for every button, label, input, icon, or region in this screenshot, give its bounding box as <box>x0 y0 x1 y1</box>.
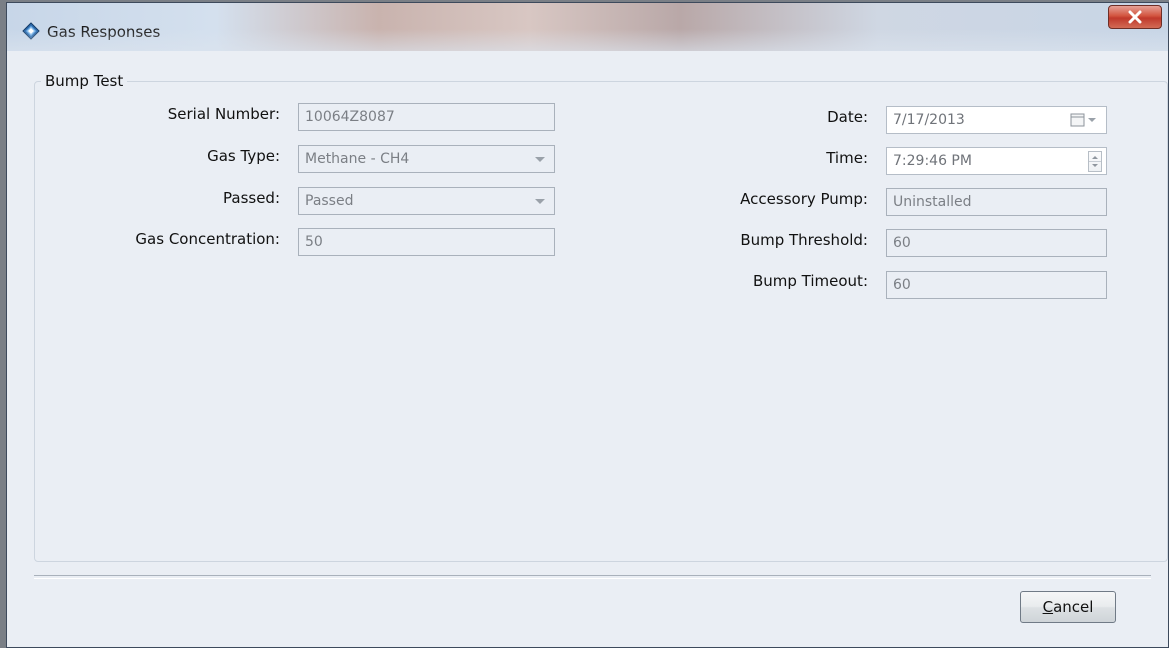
dialog-client-area: Bump Test Serial Number: 10064Z8087 Gas … <box>8 51 1168 646</box>
gas-type-value: Methane - CH4 <box>305 151 410 167</box>
calendar-icon[interactable] <box>1070 113 1098 127</box>
bump-timeout-field: 60 <box>886 271 1107 299</box>
title-bar[interactable]: Gas Responses <box>7 3 1168 51</box>
date-picker[interactable]: 7/17/2013 <box>886 106 1107 134</box>
passed-select: Passed <box>298 187 555 215</box>
gas-diamond-icon <box>22 22 40 40</box>
footer-separator <box>34 575 1151 579</box>
time-value: 7:29:46 PM <box>893 153 972 169</box>
bump-threshold-label: Bump Threshold: <box>740 231 868 249</box>
spinner-icon[interactable] <box>1088 151 1102 172</box>
gas-concentration-label: Gas Concentration: <box>135 230 280 248</box>
accessory-pump-label: Accessory Pump: <box>740 190 868 208</box>
passed-label: Passed: <box>223 189 280 207</box>
close-button[interactable] <box>1108 5 1162 29</box>
date-value: 7/17/2013 <box>893 112 965 128</box>
cancel-label: ancel <box>1053 598 1094 616</box>
window-title: Gas Responses <box>47 23 161 41</box>
bump-threshold-field: 60 <box>886 229 1107 257</box>
gas-type-select: Methane - CH4 <box>298 145 555 173</box>
cancel-mnemonic: C <box>1042 598 1054 616</box>
gas-type-label: Gas Type: <box>207 147 280 165</box>
passed-value: Passed <box>305 193 354 209</box>
chevron-down-icon <box>535 199 545 204</box>
chevron-down-icon <box>535 157 545 162</box>
accessory-pump-field: Uninstalled <box>886 188 1107 216</box>
gas-concentration-field: 50 <box>298 228 555 256</box>
bump-test-group-title: Bump Test <box>41 72 128 90</box>
time-picker[interactable]: 7:29:46 PM <box>886 147 1107 175</box>
bump-timeout-label: Bump Timeout: <box>752 272 868 290</box>
serial-number-label: Serial Number: <box>167 105 280 123</box>
time-label: Time: <box>826 149 868 167</box>
close-icon <box>1128 10 1142 24</box>
serial-number-field: 10064Z8087 <box>298 103 555 131</box>
cancel-button[interactable]: Cancel <box>1020 591 1116 623</box>
gas-responses-window: Gas Responses Bump Test Serial Number: 1… <box>6 2 1169 648</box>
date-label: Date: <box>827 108 868 126</box>
